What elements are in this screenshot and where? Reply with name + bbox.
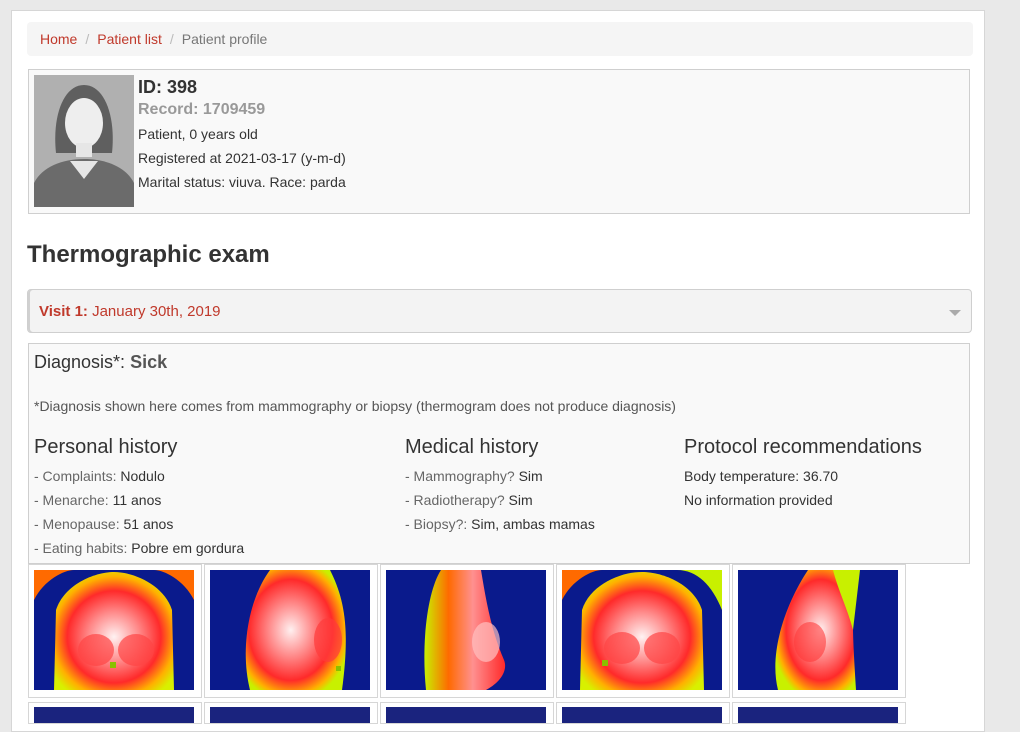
menarche-value: 11 anos xyxy=(112,492,162,508)
complaints-row: - Complaints: Nodulo xyxy=(34,464,244,488)
thermogram-thumbnail[interactable] xyxy=(732,702,906,724)
complaints-value: Nodulo xyxy=(120,468,165,484)
menopause-value: 51 anos xyxy=(123,516,174,532)
menopause-label: - Menopause: xyxy=(34,516,120,532)
patient-profile-card: ID: 398 Record: 1709459 Patient, 0 years… xyxy=(28,69,970,214)
radiotherapy-row: - Radiotherapy? Sim xyxy=(405,488,595,512)
patient-record: Record: 1709459 xyxy=(138,101,266,118)
eating-habits-row: - Eating habits: Pobre em gordura xyxy=(34,536,244,560)
complaints-label: - Complaints: xyxy=(34,468,117,484)
body-temperature: Body temperature: 36.70 xyxy=(684,468,839,484)
breadcrumb-current: Patient profile xyxy=(181,31,268,47)
menopause-row: - Menopause: 51 anos xyxy=(34,512,244,536)
personal-history-section: Personal history - Complaints: Nodulo - … xyxy=(34,434,244,560)
chevron-down-icon xyxy=(949,310,961,316)
thermogram-thumbnail[interactable] xyxy=(556,702,730,724)
biopsy-row: - Biopsy?: Sim, ambas mamas xyxy=(405,512,595,536)
thermogram-image xyxy=(738,707,898,723)
diagnosis-value: Sick xyxy=(130,352,168,372)
thermogram-image xyxy=(738,570,898,690)
thermogram-image xyxy=(210,570,370,690)
content-panel: Home / Patient list / Patient profile ID: 39… xyxy=(11,10,985,732)
thermogram-image xyxy=(34,707,194,723)
thermogram-image xyxy=(386,707,546,723)
personal-history-title: Personal history xyxy=(34,436,178,458)
mammography-value: Sim xyxy=(518,468,543,484)
thermogram-thumbnail[interactable] xyxy=(380,564,554,698)
protocol-section: Protocol recommendations Body temperatur… xyxy=(684,434,922,512)
diagnosis-heading: Diagnosis*: Sick xyxy=(34,352,167,373)
thermogram-thumbnail[interactable] xyxy=(204,564,378,698)
thermogram-thumbnail[interactable] xyxy=(28,564,202,698)
thermogram-image xyxy=(34,570,194,690)
medical-history-title: Medical history xyxy=(405,436,539,458)
visit-label: Visit 1: xyxy=(39,303,88,320)
breadcrumb-home-link[interactable]: Home xyxy=(40,31,77,47)
menarche-label: - Menarche: xyxy=(34,492,109,508)
diagnosis-panel: Diagnosis*: Sick *Diagnosis shown here c… xyxy=(28,343,970,564)
biopsy-label: - Biopsy?: xyxy=(405,516,468,532)
radiotherapy-label: - Radiotherapy? xyxy=(405,492,505,508)
mammography-row: - Mammography? Sim xyxy=(405,464,595,488)
medical-history-section: Medical history - Mammography? Sim - Rad… xyxy=(405,434,595,536)
patient-marital-race: Marital status: viuva. Race: parda xyxy=(138,174,346,190)
person-silhouette-icon xyxy=(34,75,134,207)
thermogram-thumbnail[interactable] xyxy=(556,564,730,698)
diagnosis-note: *Diagnosis shown here comes from mammogr… xyxy=(34,398,676,414)
patient-registered: Registered at 2021-03-17 (y-m-d) xyxy=(138,150,346,166)
eating-habits-label: - Eating habits: xyxy=(34,540,128,556)
avatar xyxy=(34,75,134,207)
radiotherapy-value: Sim xyxy=(508,492,533,508)
menarche-row: - Menarche: 11 anos xyxy=(34,488,244,512)
breadcrumb: Home / Patient list / Patient profile xyxy=(27,22,973,56)
thermogram-thumbnail[interactable] xyxy=(732,564,906,698)
thermogram-thumbnail[interactable] xyxy=(28,702,202,724)
mammography-label: - Mammography? xyxy=(405,468,515,484)
thermogram-image xyxy=(562,570,722,690)
eating-habits-value: Pobre em gordura xyxy=(131,540,245,556)
breadcrumb-separator: / xyxy=(85,31,90,47)
breadcrumb-patient-list-link[interactable]: Patient list xyxy=(97,31,162,47)
exam-title: Thermographic exam xyxy=(27,241,270,268)
thermogram-thumbnail[interactable] xyxy=(380,702,554,724)
thermogram-thumbnail[interactable] xyxy=(204,702,378,724)
diagnosis-label: Diagnosis*: xyxy=(34,352,126,372)
biopsy-value: Sim, ambas mamas xyxy=(471,516,595,532)
thermogram-image xyxy=(386,570,546,690)
patient-id: ID: 398 xyxy=(138,77,198,97)
breadcrumb-separator: / xyxy=(169,31,174,47)
patient-info: ID: 398 Record: 1709459 Patient, 0 years… xyxy=(138,76,346,194)
visit-date: January 30th, 2019 xyxy=(92,303,221,320)
thermogram-image xyxy=(562,707,722,723)
protocol-title: Protocol recommendations xyxy=(684,436,922,458)
patient-age: Patient, 0 years old xyxy=(138,126,258,142)
protocol-info: No information provided xyxy=(684,492,833,508)
thermogram-image xyxy=(210,707,370,723)
visit-accordion-header[interactable]: Visit 1: January 30th, 2019 xyxy=(27,289,972,333)
